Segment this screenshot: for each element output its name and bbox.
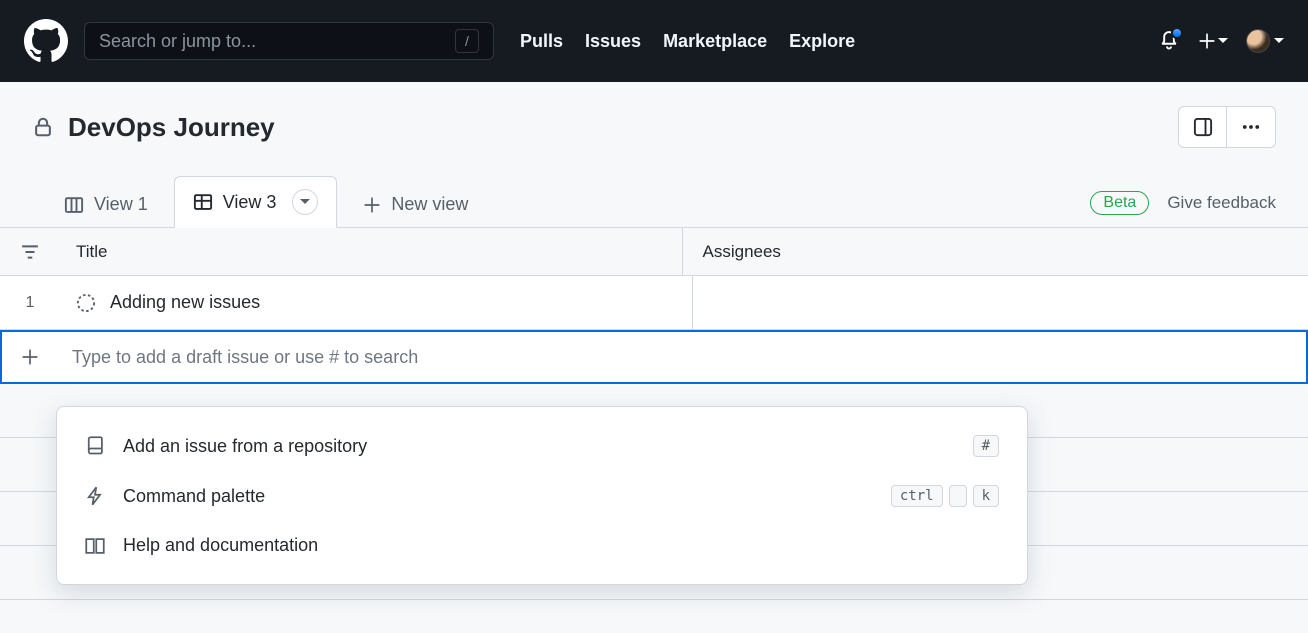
nav-links: Pulls Issues Marketplace Explore — [520, 31, 855, 52]
top-nav: / Pulls Issues Marketplace Explore — [0, 0, 1308, 82]
repo-icon — [85, 436, 105, 456]
table-header: Title Assignees — [0, 228, 1308, 276]
key-hint: # — [973, 435, 999, 457]
nav-link-marketplace[interactable]: Marketplace — [663, 31, 767, 52]
tab-view-3[interactable]: View 3 — [174, 176, 338, 228]
project-actions — [1178, 106, 1276, 148]
nav-link-explore[interactable]: Explore — [789, 31, 855, 52]
add-item-input[interactable] — [58, 332, 1306, 382]
key-hint: ctrl — [891, 485, 943, 507]
zap-icon — [85, 486, 105, 506]
book-icon — [85, 536, 105, 556]
tabs-row: View 1 View 3 New view Beta Give feedbac… — [0, 148, 1308, 228]
key-hint: k — [973, 485, 999, 507]
tab-options-button[interactable] — [292, 189, 318, 215]
insights-button[interactable] — [1179, 107, 1227, 147]
notifications-icon[interactable] — [1158, 30, 1180, 52]
github-logo[interactable] — [24, 19, 68, 63]
dropdown-command-palette[interactable]: Command palette ctrl k — [57, 471, 1027, 521]
add-icon — [2, 332, 58, 382]
omnibox-dropdown: Add an issue from a repository # Command… — [56, 406, 1028, 585]
nav-link-pulls[interactable]: Pulls — [520, 31, 563, 52]
tab-label: View 1 — [94, 194, 148, 215]
row-number: 1 — [0, 276, 60, 329]
create-menu[interactable] — [1198, 32, 1228, 50]
dropdown-label: Help and documentation — [123, 535, 318, 556]
project-header: DevOps Journey — [0, 82, 1308, 148]
add-item-row[interactable] — [0, 330, 1308, 384]
tab-label: View 3 — [223, 192, 277, 213]
project-title: DevOps Journey — [68, 112, 275, 143]
new-view-button[interactable]: New view — [345, 182, 486, 227]
row-assignees-cell[interactable] — [693, 276, 1308, 329]
global-search[interactable]: / — [84, 22, 494, 60]
notification-dot — [1171, 27, 1183, 39]
avatar — [1246, 29, 1270, 53]
key-hint — [949, 485, 967, 507]
dropdown-label: Add an issue from a repository — [123, 436, 367, 457]
row-title-cell[interactable]: Adding new issues — [60, 276, 693, 329]
user-menu[interactable] — [1246, 29, 1284, 53]
filter-button[interactable] — [0, 228, 60, 275]
dropdown-label: Command palette — [123, 486, 265, 507]
nav-link-issues[interactable]: Issues — [585, 31, 641, 52]
slash-key-hint: / — [455, 29, 479, 53]
draft-issue-icon — [76, 293, 96, 313]
column-title[interactable]: Title — [60, 228, 683, 275]
dropdown-help[interactable]: Help and documentation — [57, 521, 1027, 570]
tab-view-1[interactable]: View 1 — [46, 182, 166, 227]
search-input[interactable] — [99, 31, 455, 52]
dropdown-add-from-repo[interactable]: Add an issue from a repository # — [57, 421, 1027, 471]
beta-badge: Beta — [1090, 191, 1149, 215]
lock-icon — [32, 116, 54, 138]
new-view-label: New view — [391, 194, 468, 215]
give-feedback-link[interactable]: Give feedback — [1167, 193, 1276, 213]
column-assignees[interactable]: Assignees — [683, 228, 1308, 275]
kebab-menu[interactable] — [1227, 107, 1275, 147]
table-row[interactable]: 1 Adding new issues — [0, 276, 1308, 330]
row-title: Adding new issues — [110, 292, 260, 313]
